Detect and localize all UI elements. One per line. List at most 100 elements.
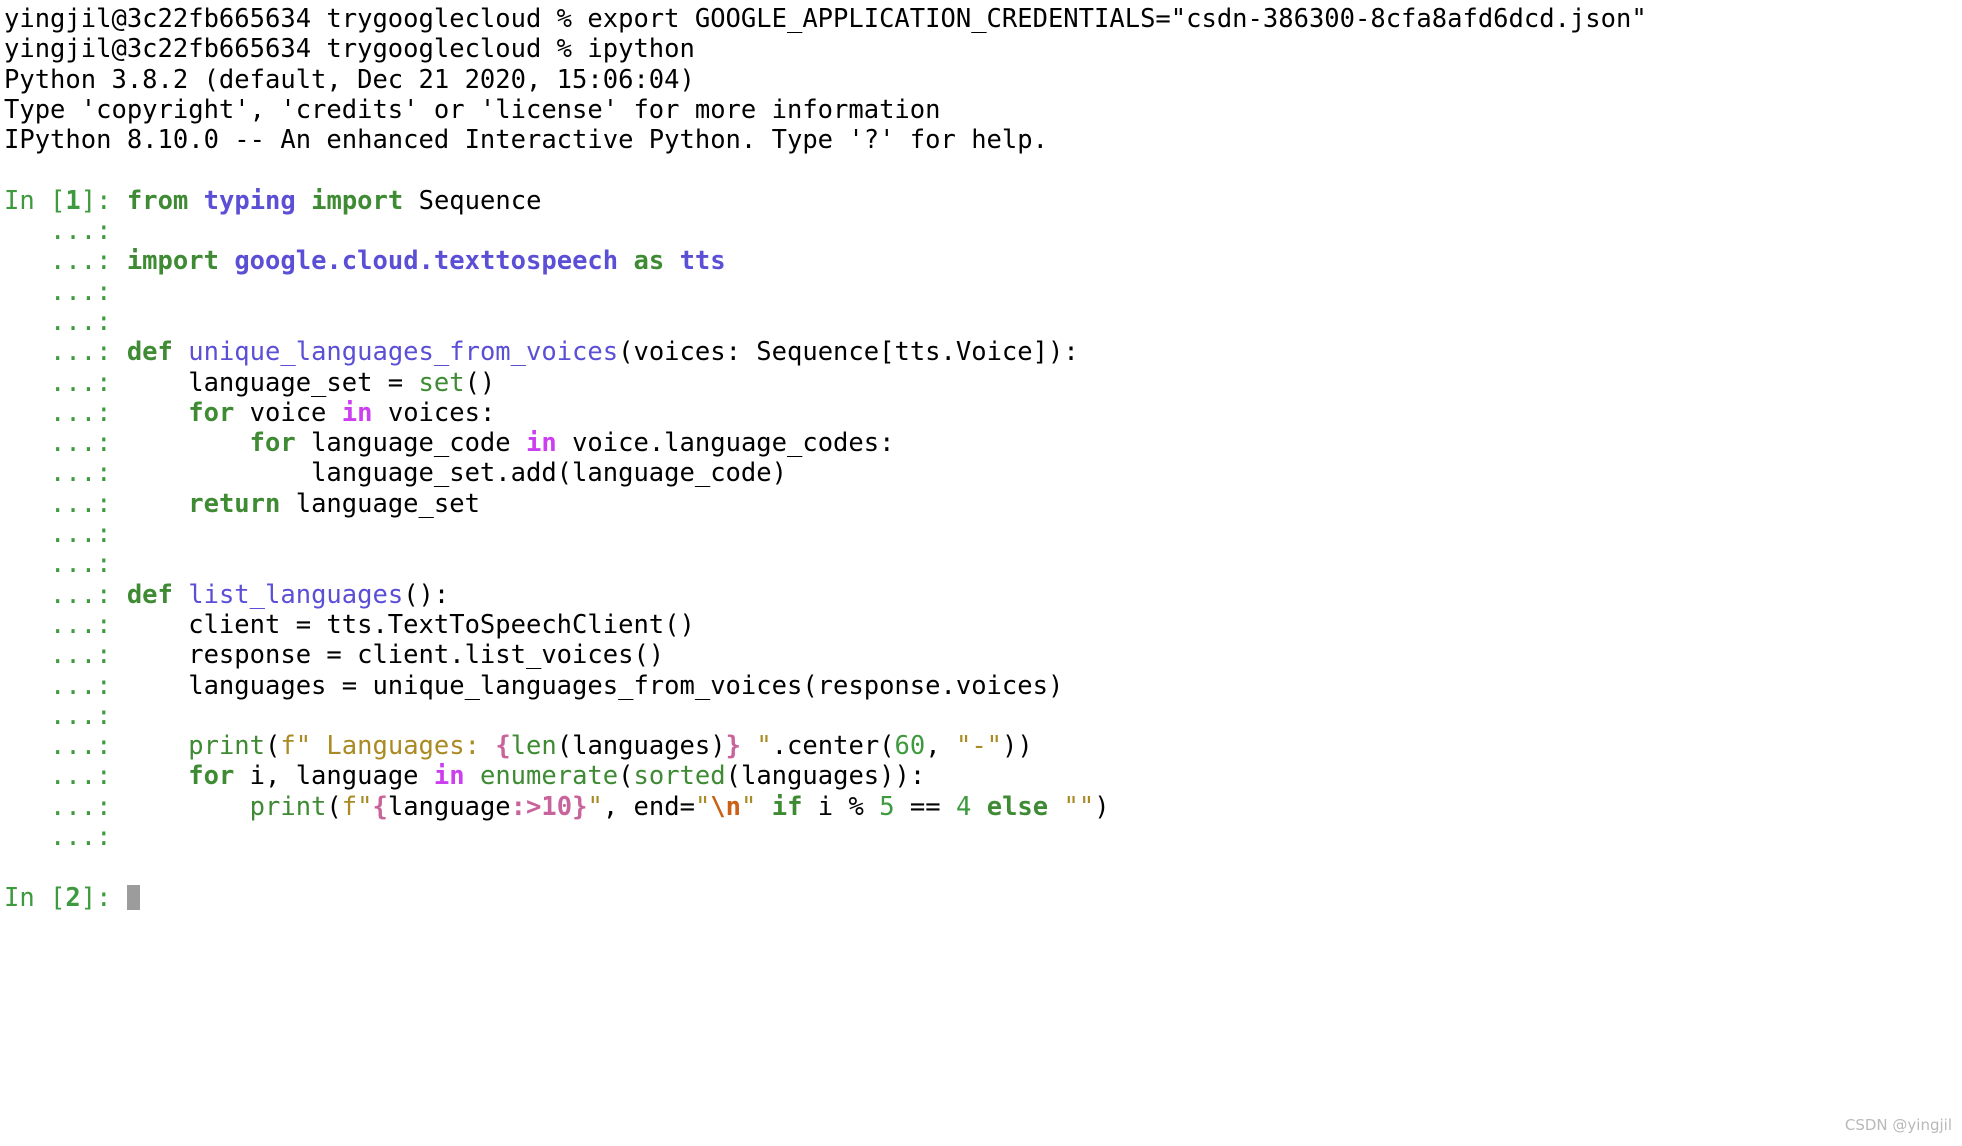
code-line-client-assign: ...: client = tts.TextToSpeechClient() — [4, 610, 1962, 640]
prompt-in-tail: ]: — [80, 882, 112, 913]
builtin-set: set — [418, 367, 465, 398]
continuation-prompt: ...: — [4, 609, 112, 640]
number-60: 60 — [894, 731, 926, 762]
iterable-language-codes: voice.language_codes: — [556, 428, 895, 459]
shell-export-text: yingjil@3c22fb665634 trygooglecloud % ex… — [4, 4, 1647, 34]
symbol-sequence: Sequence — [403, 185, 542, 216]
fstring-open-brace: { — [372, 791, 388, 822]
continuation-prompt: ...: — [4, 216, 112, 247]
statement-client-assign: client = tts.TextToSpeechClient() — [111, 609, 695, 640]
condition-i-mod: i % — [802, 791, 880, 822]
fstring-close-brace: } — [725, 731, 741, 762]
fstring-trailing-space: " — [740, 731, 772, 762]
keyword-return: return — [188, 488, 281, 519]
keyword-def: def — [126, 579, 173, 610]
python-version-line: Python 3.8.2 (default, Dec 21 2020, 15:0… — [4, 65, 1962, 95]
continuation-prompt: ...: — [4, 670, 112, 701]
escape-newline: \n — [710, 791, 742, 822]
code-line-language-set-add: ...: language_set.add(language_code) — [4, 458, 1962, 488]
continuation-line: ...: — [4, 277, 1962, 307]
sorted-arg-languages: (languages)): — [725, 761, 926, 792]
continuation-prompt: ...: — [4, 761, 112, 792]
code-line-print-header: ...: print(f" Languages: {len(languages)… — [4, 731, 1962, 761]
continuation-line: ...: — [4, 216, 1962, 246]
open-paren: ( — [326, 791, 342, 822]
keyword-import: import — [126, 246, 219, 277]
text-cursor[interactable] — [126, 884, 140, 910]
fstring-open-brace: { — [495, 731, 511, 762]
code-line-print-language: ...: print(f"{language:>10}", end="\n" i… — [4, 792, 1962, 822]
continuation-prompt: ...: — [4, 700, 112, 731]
comma: , — [925, 731, 956, 762]
def-signature-params: (voices: Sequence[tts.Voice]): — [618, 337, 1079, 368]
loop-vars-i-language: i, language — [234, 761, 434, 792]
continuation-prompt: ...: — [4, 519, 112, 550]
copyright-line: Type 'copyright', 'credits' or 'license'… — [4, 95, 1962, 125]
code-line-import-typing: In [1]: from typing import Sequence — [4, 186, 1962, 216]
continuation-prompt: ...: — [4, 791, 112, 822]
keyword-as: as — [633, 246, 665, 277]
prompt-in-label: In [ — [4, 185, 66, 216]
operator-eq: == — [894, 791, 956, 822]
continuation-prompt: ...: — [4, 397, 112, 428]
fstring-field-language: language — [387, 791, 511, 822]
keyword-in: in — [341, 397, 373, 428]
keyword-def: def — [126, 337, 173, 368]
keyword-if: if — [771, 791, 803, 822]
code-line-import-tts: ...: import google.cloud.texttospeech as… — [4, 246, 1962, 276]
fstring-prefix: f" — [280, 731, 312, 762]
code-line-prompt-in-2[interactable]: In [2]: — [4, 883, 1962, 913]
continuation-prompt: ...: — [4, 428, 112, 459]
shell-ipython-text: yingjil@3c22fb665634 trygooglecloud % ip… — [4, 34, 695, 65]
continuation-prompt: ...: — [4, 337, 112, 368]
builtin-sorted: sorted — [633, 761, 726, 792]
continuation-line: ...: — [4, 549, 1962, 579]
alias-tts: tts — [679, 246, 726, 277]
continuation-prompt: ...: — [4, 640, 112, 671]
python-version-text: Python 3.8.2 (default, Dec 21 2020, 15:0… — [4, 64, 695, 95]
keyword-for: for — [249, 428, 296, 459]
continuation-prompt: ...: — [4, 822, 112, 853]
string-open-quote: " — [694, 791, 711, 822]
prompt-in-number: 2 — [65, 882, 81, 913]
prompt-in-number: 1 — [65, 185, 81, 216]
shell-line-export: yingjil@3c22fb665634 trygooglecloud % ex… — [4, 4, 1962, 34]
prompt-in-label: In [ — [4, 882, 66, 913]
code-line-def-list-languages: ...: def list_languages(): — [4, 580, 1962, 610]
keyword-for: for — [188, 761, 235, 792]
fstring-close-quote: " — [587, 791, 603, 822]
prompt-in-tail: ]: — [80, 185, 112, 216]
string-close-quote: " — [741, 791, 757, 822]
code-line-response-assign: ...: response = client.list_voices() — [4, 640, 1962, 670]
comma-end-kwarg: , end= — [602, 791, 695, 822]
builtin-print: print — [188, 731, 265, 762]
continuation-prompt: ...: — [4, 579, 112, 610]
code-line-languages-assign: ...: languages = unique_languages_from_v… — [4, 671, 1962, 701]
keyword-in: in — [526, 428, 557, 459]
fstring-format-spec: :>10 — [510, 791, 573, 822]
continuation-prompt: ...: — [4, 488, 112, 519]
ipython-version-text: IPython 8.10.0 -- An enhanced Interactiv… — [4, 125, 1048, 156]
iterable-voices: voices: — [372, 397, 496, 428]
keyword-for: for — [188, 397, 235, 428]
terminal-window[interactable]: yingjil@3c22fb665634 trygooglecloud % ex… — [0, 0, 1962, 1146]
keyword-else: else — [986, 791, 1049, 822]
continuation-prompt: ...: — [4, 367, 112, 398]
continuation-prompt: ...: — [4, 458, 112, 489]
